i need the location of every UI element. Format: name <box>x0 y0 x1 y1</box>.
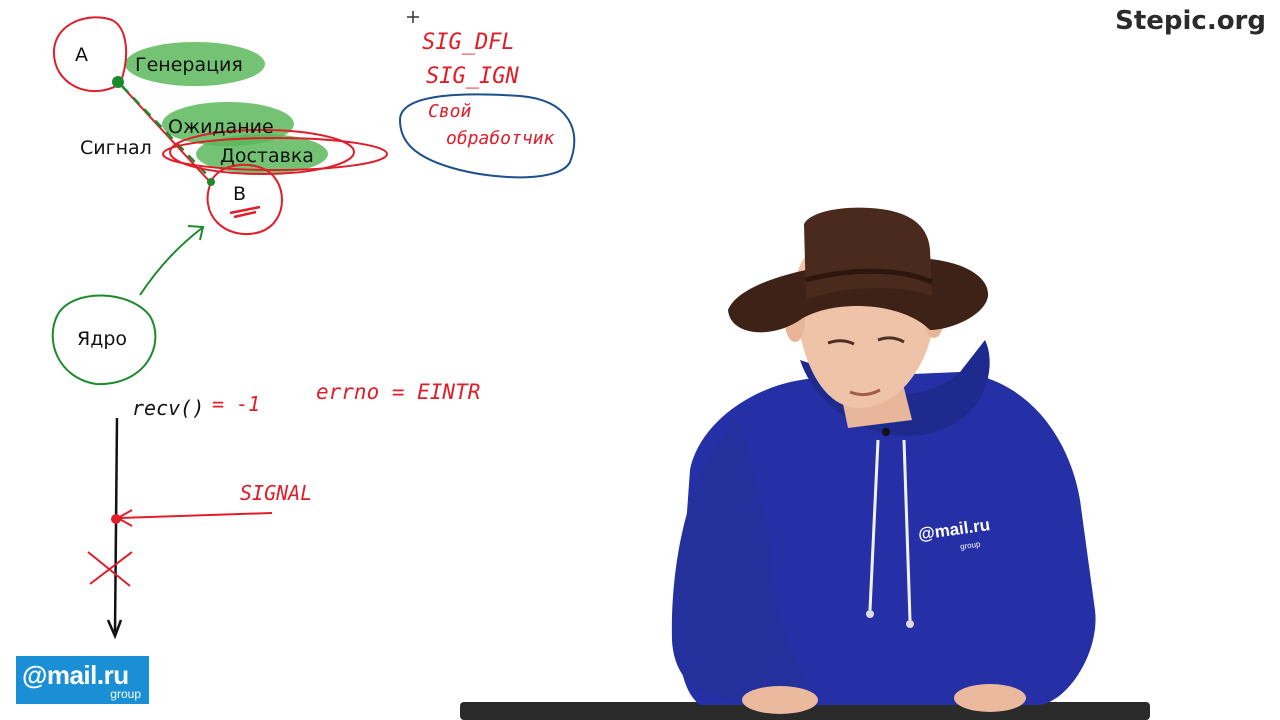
lapel-mic <box>882 428 890 436</box>
right-hand <box>954 684 1026 712</box>
site-brand: Stepic.org <box>1115 6 1266 36</box>
presenter <box>460 207 1150 720</box>
mailru-logo-sub: group <box>110 687 141 701</box>
mailru-logo: @mail.ru group <box>16 656 149 704</box>
hat-crown <box>804 207 932 300</box>
left-hand <box>742 686 818 714</box>
